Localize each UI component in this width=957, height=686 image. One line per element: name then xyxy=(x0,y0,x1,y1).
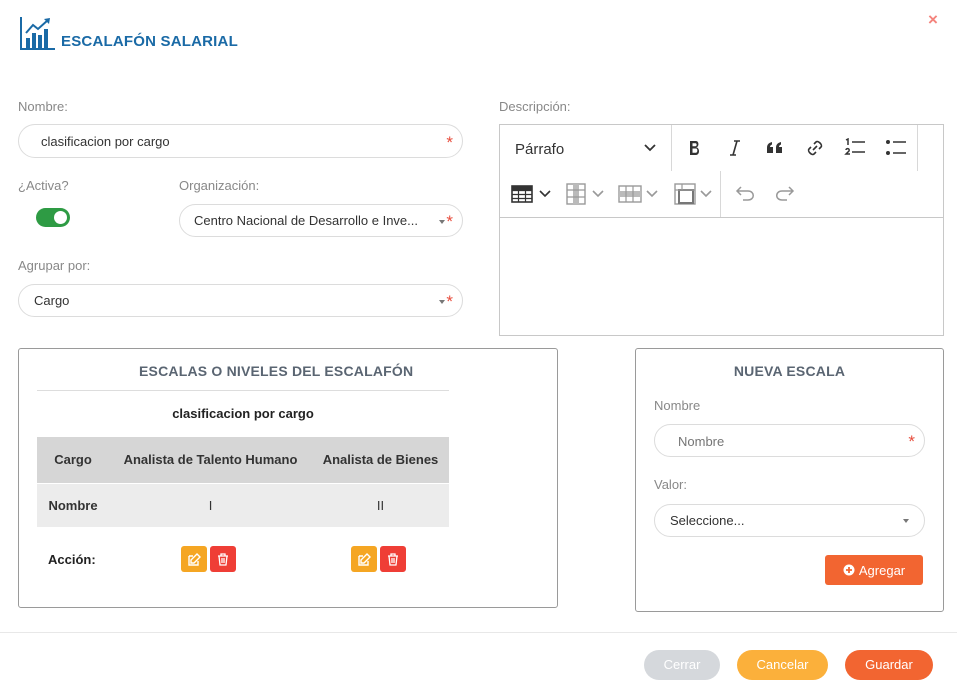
nombre-field[interactable]: clasificacion por cargo * xyxy=(18,124,463,158)
plus-circle-icon xyxy=(843,564,855,576)
paragraph-style-select[interactable]: Párrafo xyxy=(515,141,564,158)
close-icon[interactable]: × xyxy=(925,11,941,28)
organizacion-label: Organización: xyxy=(179,178,260,193)
table-row: Nombre I II xyxy=(37,483,449,527)
nueva-escala-panel: NUEVA ESCALA Nombre * Valor: Seleccione.… xyxy=(635,348,944,612)
edit-icon xyxy=(357,552,371,566)
activa-toggle[interactable] xyxy=(36,208,70,227)
page-title: ESCALAFÓN SALARIAL xyxy=(61,33,238,50)
redo-icon[interactable] xyxy=(772,181,798,207)
edit-icon xyxy=(187,552,201,566)
activa-label: ¿Activa? xyxy=(18,178,69,193)
header-cargo: Cargo xyxy=(54,452,92,468)
table-cell: II xyxy=(376,497,385,513)
rich-text-editor: Párrafo xyxy=(499,124,944,336)
valor-value: Seleccione... xyxy=(670,513,745,528)
chart-logo-icon xyxy=(20,16,56,50)
undo-icon[interactable] xyxy=(732,181,758,207)
chevron-down-icon[interactable] xyxy=(693,181,719,207)
organizacion-select[interactable]: Centro Nacional de Desarrollo e Inve... … xyxy=(179,204,463,237)
numbered-list-icon[interactable] xyxy=(842,135,868,161)
trash-icon xyxy=(388,552,398,566)
valor-label: Valor: xyxy=(654,477,687,492)
agregar-label: Agregar xyxy=(858,562,906,578)
nueva-nombre-text[interactable] xyxy=(676,433,880,450)
delete-button[interactable] xyxy=(380,546,406,572)
escalas-subtitle: clasificacion por cargo xyxy=(172,406,314,421)
valor-select[interactable]: Seleccione... xyxy=(654,504,925,537)
link-icon[interactable] xyxy=(802,135,828,161)
required-mark: * xyxy=(446,133,453,152)
nueva-nombre-label: Nombre xyxy=(654,398,701,413)
escalas-table: Cargo Analista de Talento Humano Analist… xyxy=(37,437,449,527)
table-row: Cargo Analista de Talento Humano Analist… xyxy=(37,437,449,483)
escalas-panel: ESCALAS O NIVELES DEL ESCALAFÓN clasific… xyxy=(18,348,558,608)
nombre-label: Nombre: xyxy=(18,99,68,114)
trash-icon xyxy=(218,552,228,566)
edit-button[interactable] xyxy=(181,546,207,572)
table-cell: I xyxy=(208,497,213,513)
required-mark: * xyxy=(908,432,915,451)
chevron-down-icon[interactable] xyxy=(639,181,665,207)
bulleted-list-icon[interactable] xyxy=(883,135,909,161)
escalas-title: ESCALAS O NIVELES DEL ESCALAFÓN xyxy=(139,363,414,379)
agrupar-value: Cargo xyxy=(34,293,70,308)
required-mark: * xyxy=(446,292,453,311)
nombre-value: clasificacion por cargo xyxy=(41,133,170,149)
blockquote-icon[interactable] xyxy=(762,135,788,161)
chevron-down-icon[interactable] xyxy=(585,181,611,207)
edit-button[interactable] xyxy=(351,546,377,572)
cancelar-button[interactable]: Cancelar xyxy=(737,650,828,680)
accion-label: Acción: xyxy=(48,552,96,567)
delete-button[interactable] xyxy=(210,546,236,572)
nueva-escala-title: NUEVA ESCALA xyxy=(733,363,846,379)
cerrar-button[interactable]: Cerrar xyxy=(644,650,720,680)
required-mark: * xyxy=(446,212,453,231)
chevron-down-icon[interactable] xyxy=(637,135,663,161)
nueva-nombre-input[interactable]: * xyxy=(654,424,925,457)
italic-icon[interactable] xyxy=(722,135,748,161)
agrupar-label: Agrupar por: xyxy=(18,258,91,273)
toggle-knob xyxy=(54,211,67,224)
guardar-button[interactable]: Guardar xyxy=(845,650,933,680)
chevron-down-icon xyxy=(903,519,909,523)
chevron-down-icon xyxy=(439,300,445,304)
paragraph-style-label: Párrafo xyxy=(515,141,565,158)
agregar-button[interactable]: Agregar xyxy=(825,555,923,585)
editor-content-area[interactable] xyxy=(500,218,943,335)
agrupar-select[interactable]: Cargo * xyxy=(18,284,463,317)
chevron-down-icon xyxy=(439,220,445,224)
bold-icon[interactable] xyxy=(682,135,708,161)
column-header: Analista de Talento Humano xyxy=(123,452,298,468)
row-label: Nombre xyxy=(48,497,98,513)
chevron-down-icon[interactable] xyxy=(532,181,558,207)
descripcion-label: Descripción: xyxy=(499,99,571,114)
organizacion-value: Centro Nacional de Desarrollo e Inve... xyxy=(194,213,419,228)
column-header: Analista de Bienes xyxy=(322,452,439,468)
